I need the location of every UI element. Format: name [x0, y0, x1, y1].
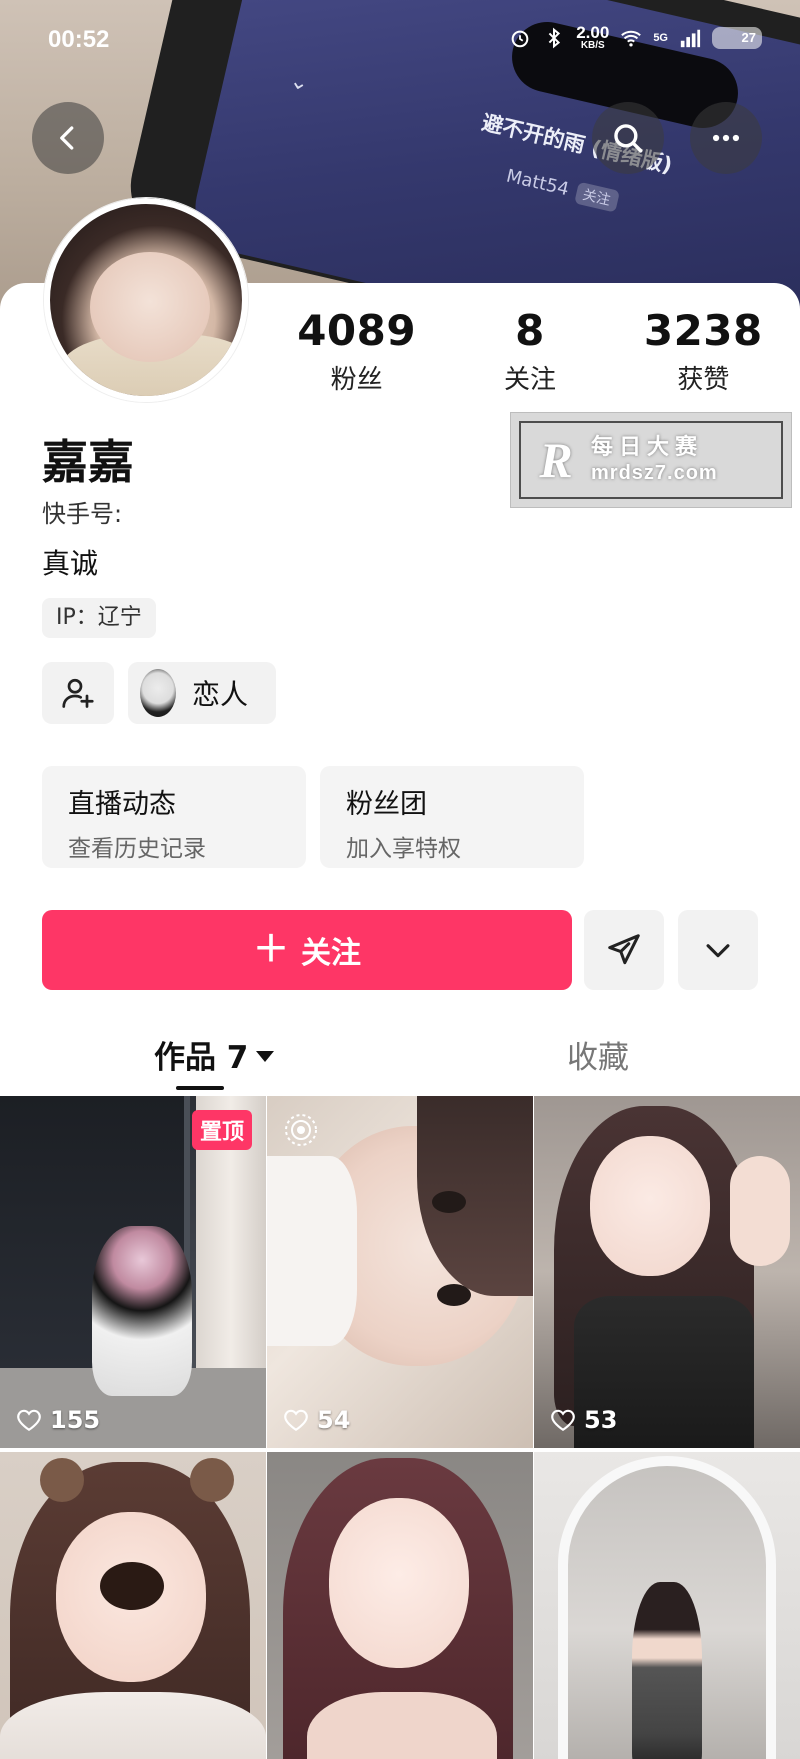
- bluetooth-icon: [548, 27, 561, 48]
- stat-followers[interactable]: 4089 粉丝: [270, 305, 443, 396]
- heart-icon: [17, 1409, 41, 1432]
- net-speed: 2.00 KB/S: [576, 24, 609, 51]
- avatar[interactable]: [44, 198, 248, 402]
- tab-works[interactable]: 作品 7: [154, 1032, 275, 1077]
- heart-icon: [551, 1409, 575, 1432]
- live-history-subtitle: 查看历史记录: [68, 836, 206, 862]
- chevron-down-icon: [706, 944, 730, 958]
- more-dots-icon: [712, 134, 740, 142]
- add-friend-button[interactable]: [42, 662, 114, 724]
- profile-bio: 真诚: [42, 547, 99, 580]
- relation-avatar: [140, 669, 176, 717]
- post-likes-count: 53: [584, 1406, 618, 1434]
- back-button[interactable]: [32, 102, 104, 174]
- signal-icon: [680, 29, 701, 47]
- post-thumbnail[interactable]: [534, 1452, 800, 1759]
- send-icon: [608, 934, 640, 965]
- thumb-dog-nose: [100, 1562, 164, 1610]
- stat-following[interactable]: 8 关注: [443, 305, 616, 396]
- thumb-hand: [730, 1156, 790, 1266]
- live-history-card[interactable]: 直播动态 查看历史记录: [42, 766, 306, 868]
- add-user-icon: [62, 678, 94, 708]
- relation-label: 恋人: [192, 678, 249, 711]
- watermark-text: 每日大赛 mrdsz7.com: [591, 434, 718, 487]
- post-thumbnail[interactable]: 54: [267, 1096, 533, 1448]
- ip-location-tag: IP：辽宁: [42, 598, 156, 638]
- live-history-title: 直播动态: [68, 789, 176, 820]
- plus-icon: ＋: [252, 929, 289, 970]
- thumb-person: [632, 1582, 702, 1759]
- thumb-ear: [40, 1458, 84, 1502]
- watermark-url: mrdsz7.com: [591, 462, 718, 485]
- status-icons: 2.00 KB/S 5G 27: [508, 24, 762, 51]
- content-tabs: 作品 7 收藏: [0, 1018, 800, 1094]
- net-speed-value: 2.00: [576, 23, 610, 42]
- profile-stats: 4089 粉丝 8 关注 3238 获赞: [270, 305, 790, 396]
- post-likes: 155: [16, 1406, 100, 1434]
- chevron-left-icon: [60, 126, 74, 150]
- watermark: R 每日大赛 mrdsz7.com: [510, 412, 792, 508]
- thumb-ear: [190, 1458, 234, 1502]
- avatar-face: [90, 252, 210, 362]
- thumb-eye: [432, 1191, 466, 1213]
- thumb-body: [307, 1692, 497, 1759]
- pinned-badge: 置顶: [191, 1110, 252, 1150]
- fan-club-title: 粉丝团: [346, 789, 427, 820]
- watermark-text-cn: 每日大赛: [591, 434, 704, 460]
- post-likes-count: 155: [50, 1406, 101, 1434]
- thumb-face: [590, 1136, 710, 1276]
- watermark-logo: R: [539, 432, 573, 488]
- stat-following-value: 8: [515, 306, 545, 355]
- net-speed-unit: KB/S: [580, 40, 605, 51]
- follow-label: 关注: [301, 936, 361, 971]
- post-thumbnail[interactable]: [0, 1452, 266, 1759]
- stat-followers-value: 4089: [297, 306, 417, 355]
- post-thumbnail[interactable]: 置顶 155: [0, 1096, 266, 1448]
- thumb-face: [329, 1498, 469, 1668]
- tab-active-indicator: [176, 1086, 224, 1090]
- battery-level: 27: [741, 30, 756, 45]
- expand-button[interactable]: [678, 910, 758, 990]
- post-thumbnail[interactable]: 53: [534, 1096, 800, 1448]
- relation-chip[interactable]: 恋人: [128, 662, 276, 724]
- posts-grid: 置顶 155 54 53: [0, 1096, 800, 1759]
- more-button[interactable]: [690, 102, 762, 174]
- kuaishou-id[interactable]: 快手号:: [42, 494, 122, 529]
- thumb-person: [92, 1226, 192, 1396]
- post-likes: 53: [550, 1406, 617, 1434]
- battery-indicator: 27: [712, 26, 762, 49]
- network-type: 5G: [653, 31, 668, 44]
- thumb-shoulders: [0, 1692, 266, 1759]
- thumb-eye: [437, 1284, 471, 1306]
- heart-icon: [284, 1409, 308, 1432]
- stat-likes-label: 获赞: [677, 365, 730, 395]
- stat-following-label: 关注: [503, 365, 556, 395]
- tab-favorites[interactable]: 收藏: [567, 1032, 629, 1077]
- send-message-button[interactable]: [584, 910, 664, 990]
- caret-down-icon: [256, 1051, 275, 1062]
- stat-likes-value: 3238: [643, 306, 763, 355]
- live-photo-icon: [285, 1114, 317, 1146]
- watermark-frame: R 每日大赛 mrdsz7.com: [519, 421, 783, 499]
- post-likes: 54: [283, 1406, 350, 1434]
- search-button[interactable]: [592, 102, 664, 174]
- follow-button[interactable]: ＋ 关注: [42, 910, 572, 990]
- stat-followers-label: 粉丝: [330, 365, 383, 395]
- wifi-icon: [621, 30, 642, 47]
- search-icon: [614, 124, 643, 153]
- post-likes-count: 54: [317, 1406, 351, 1434]
- status-time: 00:52: [48, 26, 110, 53]
- stat-likes[interactable]: 3238 获赞: [617, 305, 790, 396]
- fan-club-subtitle: 加入享特权: [346, 836, 461, 862]
- profile-name: 嘉嘉: [42, 435, 134, 489]
- post-thumbnail[interactable]: [267, 1452, 533, 1759]
- fan-club-card[interactable]: 粉丝团 加入享特权: [320, 766, 584, 868]
- alarm-icon: [511, 30, 529, 47]
- tab-works-label: 作品 7: [154, 1040, 249, 1076]
- thumb-blanket: [267, 1156, 357, 1346]
